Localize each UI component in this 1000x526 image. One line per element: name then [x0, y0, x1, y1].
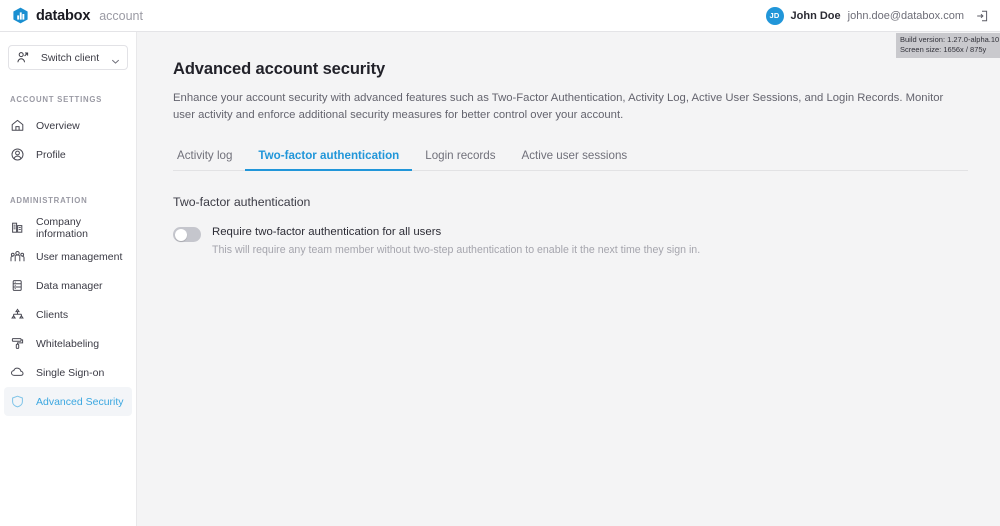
sidebar-item-label: Single Sign-on — [36, 366, 105, 379]
user-name: John Doe — [790, 9, 841, 22]
build-version-text: Build version: 1.27.0-alpha.10 — [900, 35, 1000, 44]
brand-subtitle: account — [99, 8, 143, 23]
require-2fa-toggle[interactable] — [173, 227, 201, 242]
nav-list-administration: Company information User management Data… — [0, 213, 136, 416]
sidebar-item-whitelabeling[interactable]: Whitelabeling — [4, 329, 132, 358]
require-2fa-row: Require two-factor authentication for al… — [173, 226, 966, 256]
sidebar: Switch client ACCOUNT SETTINGS Overview … — [0, 32, 137, 526]
sidebar-item-label: User management — [36, 250, 123, 263]
brand[interactable]: databox account — [0, 7, 143, 24]
app-root: databox account JD John Doe john.doe@dat… — [0, 0, 1000, 526]
require-2fa-label: Require two-factor authentication for al… — [212, 226, 442, 238]
switch-client-icon — [16, 51, 29, 64]
home-icon — [10, 118, 25, 133]
main-content: Advanced account security Enhance your a… — [137, 32, 1000, 526]
top-bar-right: JD John Doe john.doe@databox.com — [765, 6, 1000, 25]
sidebar-item-single-sign-on[interactable]: Single Sign-on — [4, 358, 132, 387]
sidebar-item-data-manager[interactable]: Data manager — [4, 271, 132, 300]
paint-roller-icon — [10, 336, 25, 351]
user-circle-icon — [10, 147, 25, 162]
sidebar-item-label: Data manager — [36, 279, 103, 292]
top-bar: databox account JD John Doe john.doe@dat… — [0, 0, 1000, 32]
tab-login-records[interactable]: Login records — [412, 149, 508, 170]
sidebar-item-label: Overview — [36, 119, 80, 132]
tab-activity-log[interactable]: Activity log — [173, 149, 245, 170]
nav-section-title-administration: ADMINISTRATION — [10, 196, 88, 205]
sidebar-item-clients[interactable]: Clients — [4, 300, 132, 329]
sidebar-item-label: Company information — [36, 215, 88, 240]
building-icon — [10, 220, 25, 235]
page-description: Enhance your account security with advan… — [173, 92, 944, 121]
tab-active-user-sessions[interactable]: Active user sessions — [509, 149, 641, 170]
require-2fa-hint: This will require any team member withou… — [212, 244, 701, 256]
sidebar-item-overview[interactable]: Overview — [4, 111, 132, 140]
require-2fa-texts: Require two-factor authentication for al… — [212, 226, 700, 256]
page-title: Advanced account security — [173, 60, 386, 78]
toggle-knob — [174, 228, 187, 241]
tab-two-factor-authentication[interactable]: Two-factor authentication — [245, 149, 413, 171]
screen-size-text: Screen size: 1656x / 875y — [900, 45, 987, 54]
sidebar-item-label: Whitelabeling — [36, 337, 100, 350]
user-email: john.doe@databox.com — [847, 9, 964, 22]
tab-bar: Activity log Two-factor authentication L… — [173, 144, 968, 171]
sidebar-item-label: Advanced Security — [36, 395, 124, 408]
databox-bar-chart-logo-icon — [12, 7, 29, 24]
sign-out-icon[interactable] — [975, 9, 989, 23]
sidebar-item-profile[interactable]: Profile — [4, 140, 132, 169]
sidebar-item-company-information[interactable]: Company information — [4, 213, 132, 242]
build-info-overlay: Build version: 1.27.0-alpha.10 Screen si… — [896, 33, 1000, 58]
brand-name: databox — [36, 7, 91, 24]
org-chart-icon — [10, 307, 25, 322]
cloud-icon — [10, 365, 25, 380]
chevron-down-icon — [111, 53, 120, 64]
nav-section-administration: ADMINISTRATION Company information User … — [0, 196, 136, 416]
users-icon — [10, 249, 25, 264]
switch-client-label: Switch client — [40, 51, 100, 64]
avatar[interactable]: JD — [765, 6, 784, 25]
nav-list-account-settings: Overview Profile — [0, 111, 136, 169]
sidebar-item-label: Profile — [36, 148, 66, 161]
switch-client-button[interactable]: Switch client — [8, 45, 128, 70]
sidebar-item-user-management[interactable]: User management — [4, 242, 132, 271]
database-icon — [10, 278, 25, 293]
sidebar-item-advanced-security[interactable]: Advanced Security — [4, 387, 132, 416]
nav-section-account-settings: ACCOUNT SETTINGS Overview Profile — [0, 95, 136, 169]
nav-section-title-account-settings: ACCOUNT SETTINGS — [10, 95, 103, 104]
shield-icon — [10, 394, 25, 409]
sidebar-item-label: Clients — [36, 308, 69, 321]
section-title-two-factor-authentication: Two-factor authentication — [173, 195, 311, 209]
